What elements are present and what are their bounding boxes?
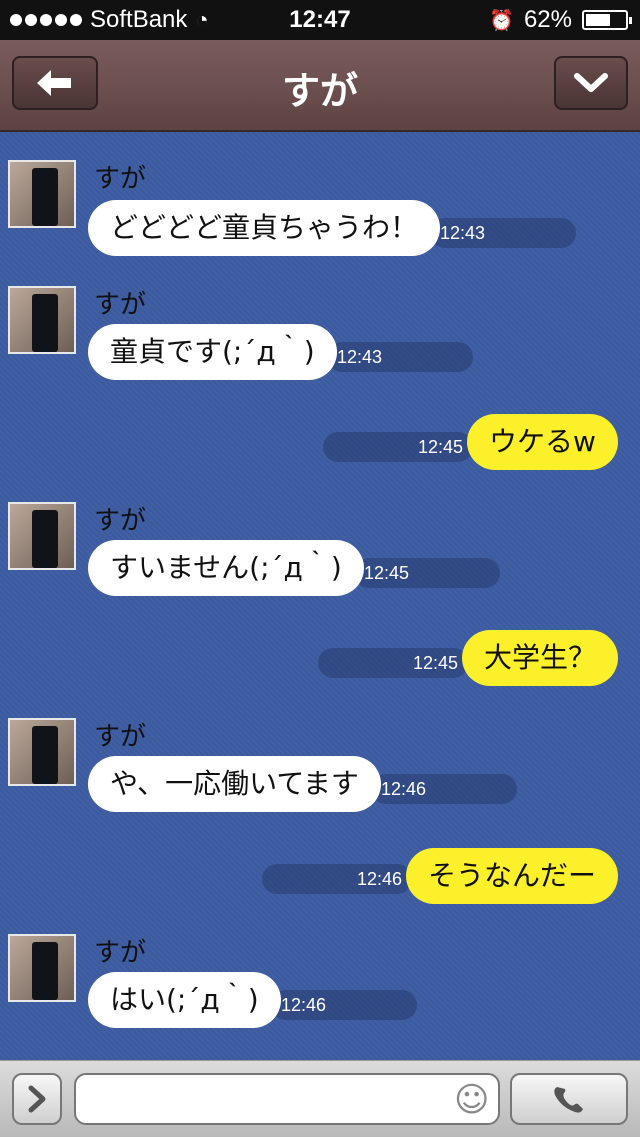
menu-toggle-button[interactable] [554,56,628,110]
timestamp: 12:46 [371,774,517,804]
avatar[interactable] [8,286,76,354]
message-bubble[interactable]: や、一応働いてます [88,756,381,812]
timestamp: 12:46 [271,990,417,1020]
message-bubble[interactable]: どどどど童貞ちゃうわ！ [88,200,441,256]
message-bubble[interactable]: そうなんだー [406,848,619,904]
chevron-down-icon [574,73,608,92]
message-bubble[interactable]: はい(;´д｀) [88,972,281,1028]
message-bubble[interactable]: すいません(;´д｀) [88,540,364,596]
message-input[interactable]: ☺ [74,1073,500,1125]
timestamp: 12:45 [318,648,468,678]
timestamp: 12:43 [430,218,576,248]
timestamp: 12:46 [262,864,412,894]
message-bubble[interactable]: 童貞です(;´д｀) [88,324,337,380]
expand-button[interactable] [12,1073,62,1125]
sender-name: すが [94,722,147,752]
sender-name: すが [94,164,147,194]
sender-name: すが [94,290,147,320]
phone-icon [554,1087,583,1113]
composer-bar: ☺ [0,1060,640,1137]
status-bar: SoftBank ◔ 12:47 ⏰ 62% [0,0,640,40]
timestamp: 12:45 [354,558,500,588]
message-bubble[interactable]: 大学生？ [462,630,619,686]
timestamp: 12:45 [323,432,473,462]
avatar[interactable] [8,160,76,228]
smiley-icon[interactable]: ☺ [454,1081,492,1119]
message-bubble[interactable]: ウケるw [467,414,618,470]
call-button[interactable] [510,1073,628,1125]
page-title: すが [281,69,358,113]
battery-icon [582,10,632,30]
sender-name: すが [94,938,147,968]
avatar[interactable] [8,502,76,570]
avatar[interactable] [8,718,76,786]
timestamp: 12:43 [327,342,473,372]
alarm-icon: ⏰ [489,9,514,32]
avatar[interactable] [8,934,76,1002]
battery-percent: 62% [523,6,572,33]
chat-header: すが [0,40,640,132]
chat-area[interactable]: すが 12:43 どどどど童貞ちゃうわ！ すが 12:43 童貞です(;´д｀)… [0,132,640,1060]
sender-name: すが [94,506,147,536]
chevron-right-icon [28,1085,46,1113]
